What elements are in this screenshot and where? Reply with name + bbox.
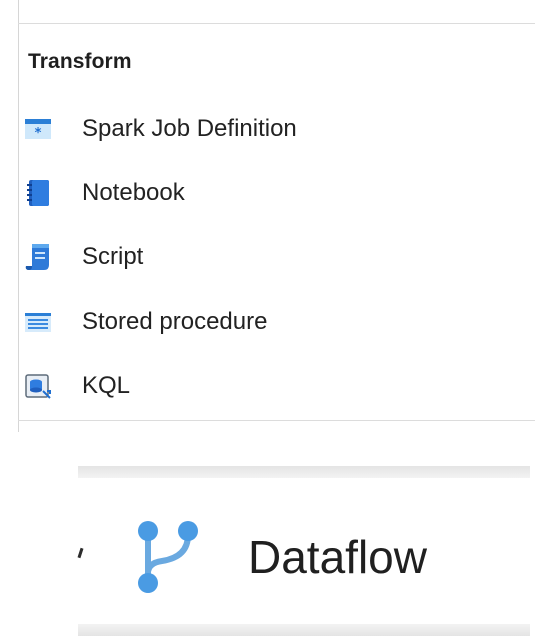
script-icon xyxy=(25,244,49,270)
activity-label: Notebook xyxy=(82,179,185,206)
activity-spark-job-definition[interactable]: * Spark Job Definition xyxy=(20,107,500,151)
activity-kql[interactable]: KQL xyxy=(20,364,500,408)
activity-label: Script xyxy=(82,243,144,270)
strip-top-border xyxy=(78,466,530,478)
section-title-transform: Transform xyxy=(28,50,132,73)
strip-bottom-border xyxy=(78,624,530,636)
activity-label: KQL xyxy=(82,372,131,399)
activity-label: Stored procedure xyxy=(82,308,268,335)
spark-job-icon: * xyxy=(25,119,51,141)
bottom-divider xyxy=(18,420,535,421)
stored-procedure-icon xyxy=(25,313,51,332)
top-divider xyxy=(18,23,535,24)
svg-text:*: * xyxy=(35,126,42,141)
activity-stored-procedure[interactable]: Stored procedure xyxy=(20,300,500,344)
activity-notebook[interactable]: Notebook xyxy=(20,171,500,215)
activity-script[interactable]: Script xyxy=(20,235,500,279)
activity-label: Spark Job Definition xyxy=(82,115,297,142)
activity-label-dataflow: Dataflow xyxy=(248,531,427,583)
dataflow-icon xyxy=(138,521,198,593)
activity-dataflow[interactable]: Dataflow xyxy=(132,512,512,602)
kql-icon xyxy=(25,374,51,399)
notebook-icon xyxy=(27,180,49,206)
